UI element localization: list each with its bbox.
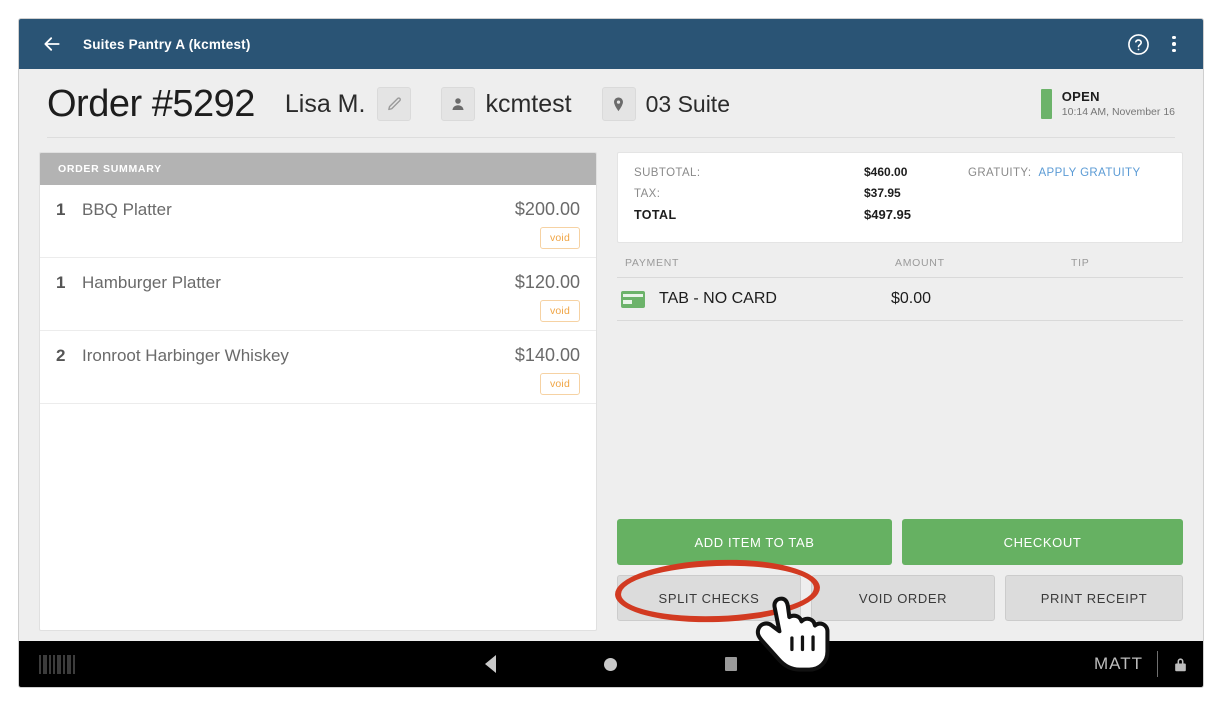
payments-col-tip: TIP [1071, 257, 1090, 269]
item-name: Hamburger Platter [82, 273, 221, 292]
item-quantity: 2 [56, 346, 66, 365]
nav-recents-icon[interactable] [725, 657, 737, 671]
item-price: $200.00 [514, 199, 580, 219]
payments-col-payment: PAYMENT [625, 257, 680, 269]
checkout-button[interactable]: CHECKOUT [902, 519, 1183, 565]
nav-back-icon[interactable] [485, 655, 496, 673]
table-row[interactable]: 1 Hamburger Platter $120.00 void [40, 258, 596, 331]
item-main: 2 Ironroot Harbinger Whiskey $140.00 [56, 345, 580, 366]
status-label: OPEN [1061, 88, 1100, 104]
user-name: kcmtest [485, 89, 572, 118]
item-actions: void [56, 227, 580, 249]
tax-row: TAX: $37.95 [634, 186, 1166, 207]
item-main: 1 BBQ Platter $200.00 [56, 199, 580, 220]
nav-user-label: MATT [1093, 654, 1143, 673]
order-summary-title: ORDER SUMMARY [40, 153, 596, 185]
void-item-button[interactable]: void [539, 373, 580, 395]
order-items-list: 1 BBQ Platter $200.00 void 1 Hamburger P… [40, 185, 596, 630]
payments-col-amount: AMOUNT [895, 257, 945, 269]
gratuity-label: GRATUITY: [968, 167, 1032, 179]
lock-icon[interactable] [1172, 655, 1189, 674]
item-quantity: 1 [56, 273, 66, 292]
order-summary-card: ORDER SUMMARY 1 BBQ Platter $200.00 void… [39, 152, 597, 631]
status-text-group: OPEN 10:14 AM, November 16 [1062, 89, 1175, 120]
app-bar-title: Suites Pantry A (kcmtest) [83, 36, 251, 52]
order-header-row: Order #5292 Lisa M. kcmtest 03 Suite OPE… [47, 85, 1175, 138]
nav-divider [1157, 651, 1158, 677]
item-name: Ironroot Harbinger Whiskey [82, 346, 289, 365]
totals-card: SUBTOTAL: $460.00 GRATUITY: APPLY GRATUI… [617, 152, 1183, 243]
status-color-bar [1040, 88, 1052, 120]
help-circle-icon[interactable] [1123, 29, 1153, 59]
add-item-to-tab-button[interactable]: ADD ITEM TO TAB [617, 519, 892, 565]
nav-center-group [19, 655, 1203, 673]
status-badge: OPEN 10:14 AM, November 16 [1040, 88, 1175, 120]
item-price: $140.00 [514, 345, 580, 365]
payments-header: PAYMENT AMOUNT TIP [617, 257, 1183, 278]
item-name: BBQ Platter [82, 200, 172, 219]
customer-name: Lisa M. [284, 89, 366, 118]
primary-button-row: ADD ITEM TO TAB CHECKOUT [617, 519, 1183, 565]
void-item-button[interactable]: void [539, 227, 580, 249]
item-price: $120.00 [514, 272, 580, 292]
item-actions: void [56, 300, 580, 322]
split-checks-button[interactable]: SPLIT CHECKS [617, 575, 801, 621]
secondary-button-row: SPLIT CHECKS VOID ORDER PRINT RECEIPT [617, 575, 1183, 621]
subtotal-label: SUBTOTAL: [634, 167, 701, 179]
subtotal-value: $460.00 [864, 165, 908, 179]
apply-gratuity-link[interactable]: APPLY GRATUITY [1038, 167, 1140, 179]
tax-value: $37.95 [864, 186, 901, 200]
credit-card-icon [621, 290, 645, 308]
void-order-button[interactable]: VOID ORDER [811, 575, 995, 621]
person-icon[interactable] [441, 87, 476, 121]
total-value: $497.95 [864, 207, 911, 222]
subtotal-row: SUBTOTAL: $460.00 GRATUITY: APPLY GRATUI… [634, 165, 1166, 186]
action-buttons: ADD ITEM TO TAB CHECKOUT SPLIT CHECKS VO… [617, 511, 1183, 631]
more-vertical-icon[interactable] [1159, 29, 1189, 59]
map-pin-icon[interactable] [601, 87, 636, 121]
back-arrow-icon[interactable] [39, 31, 65, 57]
item-main: 1 Hamburger Platter $120.00 [56, 272, 580, 293]
nav-right-group: MATT [1094, 651, 1189, 677]
tax-label: TAX: [634, 188, 661, 200]
app-bar: Suites Pantry A (kcmtest) [19, 19, 1203, 69]
status-timestamp: 10:14 AM, November 16 [1061, 105, 1175, 118]
table-row[interactable]: 1 BBQ Platter $200.00 void [40, 185, 596, 258]
device-frame: Suites Pantry A (kcmtest) Order #5292 Li… [18, 18, 1204, 688]
payments-section: PAYMENT AMOUNT TIP TAB - NO CARD $0.00 [617, 257, 1183, 511]
payment-amount: $0.00 [891, 290, 932, 307]
total-label: TOTAL [634, 208, 677, 222]
item-actions: void [56, 373, 580, 395]
total-row: TOTAL $497.95 [634, 207, 1166, 228]
pencil-icon[interactable] [377, 87, 412, 121]
android-nav-bar: MATT [19, 641, 1203, 687]
location-name: 03 Suite [645, 90, 730, 117]
payment-row[interactable]: TAB - NO CARD $0.00 [617, 278, 1183, 321]
nav-home-icon[interactable] [604, 657, 617, 671]
page-title: Order #5292 [47, 83, 255, 125]
print-receipt-button[interactable]: PRINT RECEIPT [1005, 575, 1183, 621]
item-quantity: 1 [56, 200, 66, 219]
payment-method-name: TAB - NO CARD [659, 290, 777, 307]
void-item-button[interactable]: void [539, 300, 580, 322]
order-header: Order #5292 Lisa M. kcmtest 03 Suite OPE… [19, 69, 1203, 138]
right-column: SUBTOTAL: $460.00 GRATUITY: APPLY GRATUI… [617, 152, 1183, 631]
main-content: ORDER SUMMARY 1 BBQ Platter $200.00 void… [19, 138, 1203, 641]
table-row[interactable]: 2 Ironroot Harbinger Whiskey $140.00 voi… [40, 331, 596, 404]
